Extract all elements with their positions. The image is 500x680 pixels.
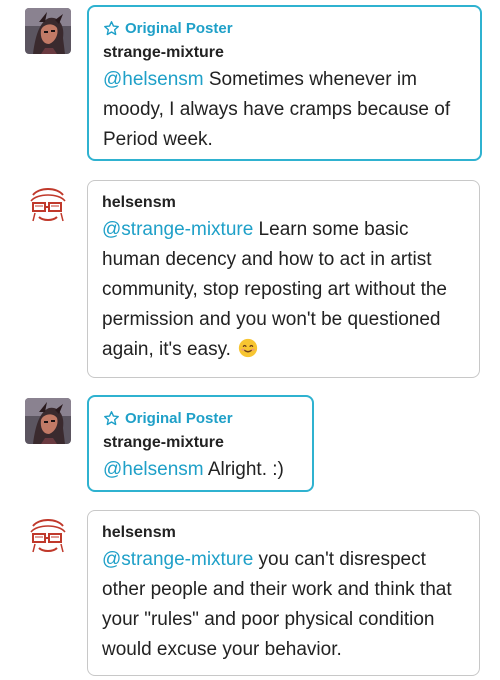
reply-message: Learn some basic human decency and how t… [102, 219, 447, 360]
reply-bubble: helsensm @strange-mixture Learn some bas… [87, 180, 480, 378]
reply-username[interactable]: helsensm [102, 191, 465, 215]
mention-link[interactable]: @strange-mixture [102, 549, 253, 570]
smiling-face-emoji-icon [239, 338, 258, 358]
reply-message: Alright. :) [203, 459, 284, 480]
reply-username[interactable]: helsensm [102, 521, 465, 545]
reply-bubble: Original Poster strange-mixture @helsens… [87, 395, 314, 492]
mention-link[interactable]: @helsensm [103, 69, 204, 90]
reply-username[interactable]: strange-mixture [103, 41, 466, 65]
star-icon [104, 410, 119, 425]
reply-thread: Original Poster strange-mixture @helsens… [0, 0, 500, 680]
mention-link[interactable]: @helsensm [103, 459, 204, 480]
reply-bubble: helsensm @strange-mixture you can't disr… [87, 510, 480, 676]
avatar[interactable] [25, 514, 71, 560]
avatar[interactable] [25, 398, 71, 444]
reply-text: @strange-mixture Learn some basic human … [102, 215, 465, 365]
red-sketch-avatar-icon [25, 183, 71, 229]
reply-text: @helsensm Alright. :) [103, 455, 298, 485]
avatar[interactable] [25, 8, 71, 54]
original-poster-label: Original Poster [125, 409, 233, 427]
dark-portrait-avatar-icon [25, 8, 71, 54]
reply-bubble: Original Poster strange-mixture @helsens… [87, 5, 482, 161]
star-icon [104, 20, 119, 35]
avatar[interactable] [25, 183, 71, 229]
original-poster-badge: Original Poster [103, 17, 466, 39]
reply-text: @strange-mixture you can't disrespect ot… [102, 545, 465, 665]
dark-portrait-avatar-icon [25, 398, 71, 444]
mention-link[interactable]: @strange-mixture [102, 219, 253, 240]
reply-text: @helsensm Sometimes whenever im moody, I… [103, 65, 466, 155]
reply-username[interactable]: strange-mixture [103, 431, 298, 455]
red-sketch-avatar-icon [25, 514, 71, 560]
original-poster-label: Original Poster [125, 19, 233, 37]
original-poster-badge: Original Poster [103, 407, 298, 429]
